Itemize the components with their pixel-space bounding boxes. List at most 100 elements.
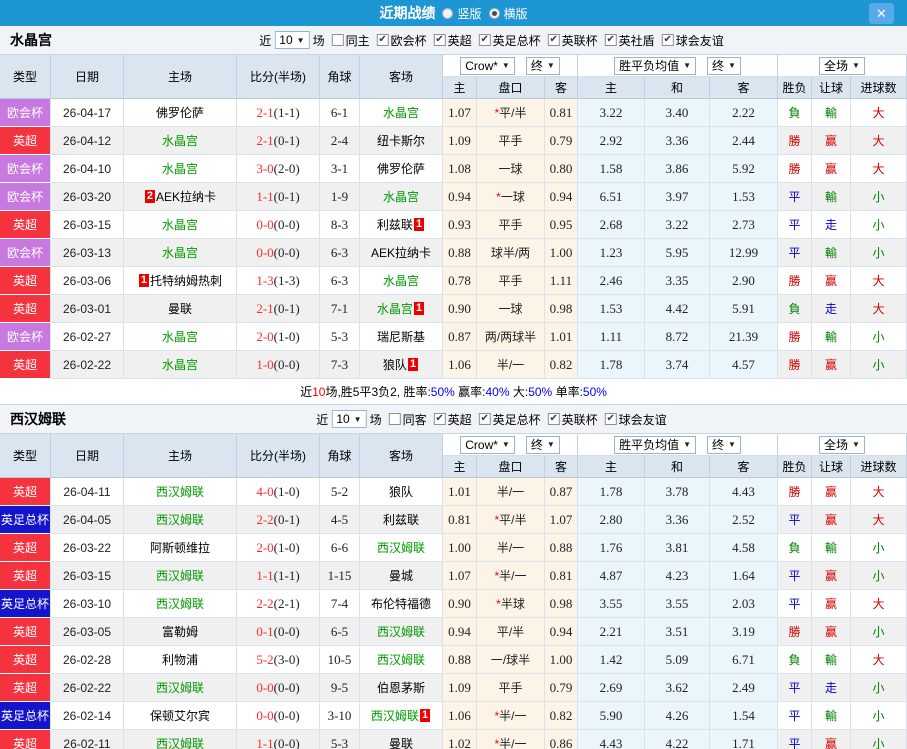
corners: 5-3: [320, 730, 360, 749]
league-filter-checkbox[interactable]: [478, 413, 491, 425]
avg-win: 1.78: [578, 478, 645, 506]
table-row: 英足总杯 26-04-05 西汉姆联 2-2 (0-1) 4-5 利兹联 0.81 * 平/半 1.…: [0, 506, 907, 534]
odds-source-select[interactable]: Crow* ▼: [460, 56, 515, 75]
result-goals: 大: [851, 506, 907, 534]
home-team-name: 水晶宫: [161, 162, 198, 176]
handicap-line: 一/球半: [477, 646, 545, 674]
final-avg-select[interactable]: 终 ▼: [707, 56, 741, 75]
league-filter-checkbox[interactable]: [433, 34, 446, 46]
score: 4-0 (1-0): [237, 478, 320, 506]
handicap-line: 平手: [477, 674, 545, 702]
column-header: 客场: [360, 434, 443, 477]
score: 2-1 (0-1): [237, 295, 320, 323]
final-odds-select[interactable]: 终 ▼: [525, 435, 560, 454]
table-row: 英超 26-03-22 阿斯顿维拉 2-0 (1-0) 6-6 西汉姆联 1.00 半/一 0.8…: [0, 534, 907, 562]
radio-vertical[interactable]: [442, 7, 454, 19]
result-handicap: 赢: [812, 267, 851, 295]
away-team-name: 西汉姆联: [376, 653, 425, 667]
home-team: 2 AEK拉纳卡: [124, 183, 237, 211]
match-count-select[interactable]: 10 ▼: [274, 31, 310, 49]
result-goals: 小: [851, 702, 907, 730]
odds-home: 1.01: [443, 478, 477, 506]
home-team-name: AEK拉纳卡: [156, 190, 217, 204]
away-team-name: 曼联: [388, 737, 413, 749]
column-header: 主: [443, 77, 477, 98]
corners: 1-15: [320, 562, 360, 590]
league-filter-label: 欧会杯: [390, 33, 427, 48]
same-venue-checkbox[interactable]: [388, 413, 401, 425]
column-header: 和: [645, 456, 710, 477]
away-team: AEK拉纳卡: [360, 239, 443, 267]
league-filter-checkbox[interactable]: [376, 34, 389, 46]
home-team: 水晶宫: [124, 351, 237, 379]
corners: 3-1: [320, 155, 360, 183]
table-row: 英足总杯 26-02-14 保顿艾尔宾 0-0 (0-0) 3-10 西汉姆联 1 1.06 * 半…: [0, 702, 907, 730]
avg-win: 1.58: [578, 155, 645, 183]
result-winlose: 勝: [778, 267, 812, 295]
result-handicap: 走: [812, 211, 851, 239]
league-badge: 欧会杯: [0, 183, 51, 211]
result-winlose: 負: [778, 99, 812, 127]
chevron-down-icon: ▼: [683, 61, 691, 70]
league-filter-checkbox[interactable]: [433, 413, 446, 425]
scope-select[interactable]: 全场 ▼: [819, 56, 865, 75]
league-filter-checkbox[interactable]: [547, 413, 560, 425]
result-winlose: 負: [778, 646, 812, 674]
team-note-badge: 1: [413, 218, 425, 231]
odds-home: 0.93: [443, 211, 477, 239]
page-title: 近期战绩: [379, 5, 436, 21]
home-team-name: 水晶宫: [161, 246, 198, 260]
chevron-down-icon: ▼: [683, 440, 691, 449]
away-team: 狼队: [360, 478, 443, 506]
result-handicap: 赢: [812, 155, 851, 183]
odds-home: 0.78: [443, 267, 477, 295]
column-header: 客: [710, 456, 778, 477]
avg-lose: 2.22: [710, 99, 778, 127]
match-count-select[interactable]: 10 ▼: [331, 410, 367, 428]
avg-lose: 5.92: [710, 155, 778, 183]
league-filter-checkbox[interactable]: [604, 413, 617, 425]
odds-home: 0.90: [443, 295, 477, 323]
close-icon[interactable]: ✕: [869, 3, 894, 24]
result-winlose: 勝: [778, 155, 812, 183]
away-team-name: 瑞尼斯基: [376, 330, 425, 344]
league-filter-checkbox[interactable]: [604, 34, 617, 46]
league-filter-checkbox[interactable]: [478, 34, 491, 46]
avg-lose: 6.71: [710, 646, 778, 674]
avg-lose: 21.39: [710, 323, 778, 351]
corners: 8-3: [320, 211, 360, 239]
scope-select[interactable]: 全场 ▼: [819, 435, 865, 454]
odds-source-select[interactable]: Crow* ▼: [460, 435, 515, 454]
near-label: 近: [259, 33, 272, 48]
score: 0-0 (0-0): [237, 702, 320, 730]
league-badge: 英超: [0, 351, 51, 379]
away-team: 狼队 1: [360, 351, 443, 379]
team-note-badge: 1: [419, 709, 431, 722]
away-team-name: 水晶宫: [382, 274, 419, 288]
avg-odds-select[interactable]: 胜平负均值 ▼: [614, 435, 696, 454]
corners: 6-6: [320, 534, 360, 562]
result-goals: 大: [851, 590, 907, 618]
column-header: 比分(半场): [237, 434, 320, 477]
final-avg-select[interactable]: 终 ▼: [707, 435, 741, 454]
league-filter-checkbox[interactable]: [547, 34, 560, 46]
league-badge: 欧会杯: [0, 239, 51, 267]
avg-odds-select[interactable]: 胜平负均值 ▼: [614, 56, 696, 75]
table-row: 英超 26-02-28 利物浦 5-2 (3-0) 10-5 西汉姆联 0.88 一/球半 1.0…: [0, 646, 907, 674]
avg-win: 4.87: [578, 562, 645, 590]
result-winlose: 勝: [778, 478, 812, 506]
away-team: 西汉姆联: [360, 618, 443, 646]
league-filter-checkbox[interactable]: [661, 34, 674, 46]
final-odds-select[interactable]: 终 ▼: [525, 56, 560, 75]
handicap-line: * 半/一: [477, 730, 545, 749]
home-team-name: 西汉姆联: [155, 681, 204, 695]
same-venue-label: 同客: [402, 412, 427, 427]
avg-lose: 1.64: [710, 562, 778, 590]
avg-lose: 2.73: [710, 211, 778, 239]
odds-away: 0.82: [545, 702, 578, 730]
home-team-name: 水晶宫: [161, 134, 198, 148]
same-venue-checkbox[interactable]: [331, 34, 344, 46]
radio-horizontal[interactable]: [488, 7, 500, 19]
score: 1-1 (0-0): [237, 730, 320, 749]
league-badge: 英超: [0, 562, 51, 590]
